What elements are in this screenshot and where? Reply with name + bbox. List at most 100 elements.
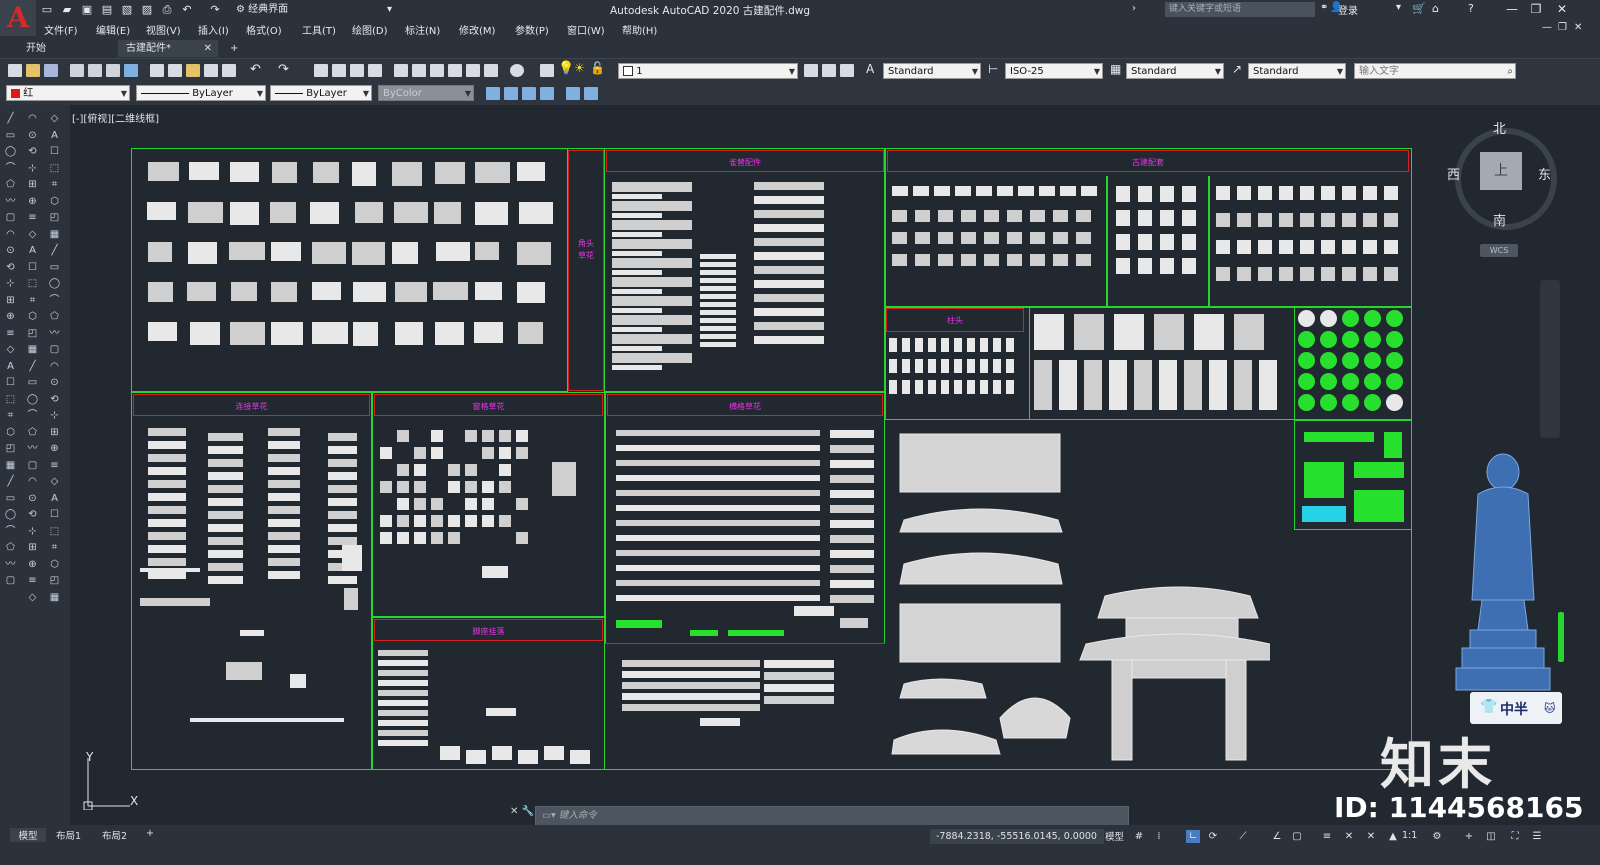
array-tool-icon[interactable]: ⌗ (48, 178, 61, 191)
ellipse-tool-icon[interactable]: ◠ (26, 475, 39, 488)
lineweight-dropdown[interactable]: ByLayer ▼ (270, 85, 372, 101)
block-tool-icon[interactable]: ☐ (48, 508, 61, 521)
menu-draw[interactable]: 绘图(D) (352, 22, 388, 37)
gradient-tool-icon[interactable]: ◇ (4, 343, 17, 356)
view-icon[interactable] (584, 87, 598, 100)
gradient-tool-icon[interactable]: ◇ (26, 228, 39, 241)
table-style-dropdown[interactable]: Standard ▼ (1126, 63, 1224, 79)
arc-tool-icon[interactable]: ⌒ (26, 409, 39, 422)
gradient-tool-icon[interactable]: ◇ (48, 112, 61, 125)
menu-insert[interactable]: 插入(I) (198, 22, 229, 37)
region-tool-icon[interactable]: ⊕ (26, 195, 39, 208)
binoculars-icon[interactable]: ⚭ (1320, 2, 1328, 13)
menu-dimension[interactable]: 标注(N) (405, 22, 440, 37)
tab-model[interactable]: 模型 (10, 828, 46, 842)
publish-icon[interactable] (106, 64, 120, 77)
chevron-right-icon[interactable]: › (1132, 3, 1136, 14)
grid-tool-icon[interactable]: ▦ (48, 591, 61, 604)
grid-tool-icon[interactable]: ▦ (4, 459, 17, 472)
dimension-style-dropdown[interactable]: ISO-25 ▼ (1005, 63, 1103, 79)
multileader-style-dropdown[interactable]: Standard ▼ (1248, 63, 1346, 79)
revcloud-tool-icon[interactable]: ⟲ (26, 508, 39, 521)
color-dropdown[interactable]: 红 ▼ (6, 85, 130, 101)
application-menu-button[interactable]: A (0, 0, 36, 36)
donut-tool-icon[interactable]: ⊙ (26, 492, 39, 505)
arc-tool-icon[interactable]: ⌒ (4, 525, 17, 538)
lineweight-icon[interactable]: ≡ (1320, 830, 1334, 843)
table-tool-icon[interactable]: ≡ (4, 327, 17, 340)
isodraft-icon[interactable]: ⟋ (1236, 830, 1250, 843)
pan-up-icon[interactable] (522, 87, 536, 100)
insert-tool-icon[interactable]: ⬚ (48, 162, 61, 175)
region-tool-icon[interactable]: ⊕ (48, 442, 61, 455)
customize-menu-icon[interactable]: ☰ (1530, 830, 1544, 843)
grid-icon[interactable]: # (1132, 830, 1146, 843)
grid-tool-icon[interactable]: ▦ (26, 343, 39, 356)
add-layout-button[interactable]: + (146, 828, 154, 839)
annotation-visibility-icon[interactable]: ✕ (1342, 830, 1356, 843)
wrench-icon[interactable]: 🔧 (522, 806, 534, 817)
menu-file[interactable]: 文件(F) (44, 22, 78, 37)
login-link[interactable]: 登录 (1338, 2, 1358, 17)
restore-button[interactable]: ❐ (1526, 1, 1546, 17)
mtext-tool-icon[interactable]: A (48, 129, 61, 142)
arc-tool-icon[interactable]: ⌒ (48, 294, 61, 307)
auto-scale-icon[interactable]: ✕ (1364, 830, 1378, 843)
sheet-set-icon[interactable] (448, 64, 462, 77)
region-tool-icon[interactable]: ⊕ (26, 558, 39, 571)
undo-icon[interactable]: ↶ (180, 3, 194, 16)
pan-right-icon[interactable] (504, 87, 518, 100)
zoom-window-icon[interactable] (350, 64, 364, 77)
doc-restore-button[interactable]: ❐ (1558, 22, 1567, 33)
help-icon[interactable]: ? (1468, 2, 1474, 15)
close-button[interactable]: ✕ (1552, 1, 1572, 17)
close-icon[interactable]: ✕ (204, 40, 212, 57)
circle-tool-icon[interactable]: ◯ (4, 145, 17, 158)
plot-icon[interactable] (70, 64, 84, 77)
wipeout-tool-icon[interactable]: ◰ (4, 442, 17, 455)
make-current-layer-icon[interactable] (804, 64, 818, 77)
wipeout-tool-icon[interactable]: ◰ (48, 574, 61, 587)
rectangle-tool-icon[interactable]: ▢ (48, 343, 61, 356)
block-tool-icon[interactable]: ☐ (4, 376, 17, 389)
table-tool-icon[interactable]: ≡ (26, 574, 39, 587)
hatch-tool-icon[interactable]: ⊞ (48, 426, 61, 439)
wipeout-tool-icon[interactable]: ◰ (26, 327, 39, 340)
polyline-tool-icon[interactable]: ▭ (4, 492, 17, 505)
spline-tool-icon[interactable]: 〰 (26, 442, 39, 455)
donut-tool-icon[interactable]: ⊙ (4, 244, 17, 257)
hatch-tool-icon[interactable]: ⊞ (26, 541, 39, 554)
sun-icon[interactable]: ☀ (574, 61, 585, 75)
zoom-previous-icon[interactable] (368, 64, 382, 77)
fullscreen-icon[interactable]: ⛶ (1508, 830, 1522, 843)
cut-icon[interactable] (150, 64, 164, 77)
polygon-tool-icon[interactable]: ⬠ (4, 178, 17, 191)
polyline-tool-icon[interactable]: ▭ (48, 261, 61, 274)
rectangle-tool-icon[interactable]: ▢ (4, 574, 17, 587)
tab-layout1[interactable]: 布局1 (56, 828, 81, 842)
plot-icon[interactable]: ⎙ (160, 3, 174, 16)
table-tool-icon[interactable]: ≡ (48, 459, 61, 472)
gradient-tool-icon[interactable]: ◇ (48, 475, 61, 488)
zoom-realtime-icon[interactable] (332, 64, 346, 77)
compass-south[interactable]: 南 (1493, 210, 1506, 229)
pan-left-icon[interactable] (486, 87, 500, 100)
boundary-tool-icon[interactable]: ⬡ (48, 195, 61, 208)
grid-tool-icon[interactable]: ▦ (48, 228, 61, 241)
match-properties-icon[interactable] (204, 64, 218, 77)
hatch-tool-icon[interactable]: ⊞ (26, 178, 39, 191)
arc-tool-icon[interactable]: ⌒ (4, 162, 17, 175)
command-history-icon[interactable]: ▭▾ (536, 810, 556, 821)
osnap-icon[interactable]: ▢ (1290, 830, 1304, 843)
osnap-tracking-icon[interactable]: ∠ (1270, 830, 1284, 843)
array-tool-icon[interactable]: ⌗ (4, 409, 17, 422)
circle-tool-icon[interactable]: ◯ (4, 508, 17, 521)
ortho-icon[interactable]: ∟ (1186, 830, 1200, 843)
tool-palettes-icon[interactable] (430, 64, 444, 77)
polygon-tool-icon[interactable]: ⬠ (48, 310, 61, 323)
command-input[interactable]: ▭▾ 键入命令 (535, 806, 1129, 826)
plus-icon[interactable]: + (1462, 830, 1476, 843)
viewcube-top-face[interactable]: 上 (1480, 152, 1522, 190)
menu-window[interactable]: 窗口(W) (567, 22, 605, 37)
doc-close-button[interactable]: ✕ (1574, 22, 1582, 33)
